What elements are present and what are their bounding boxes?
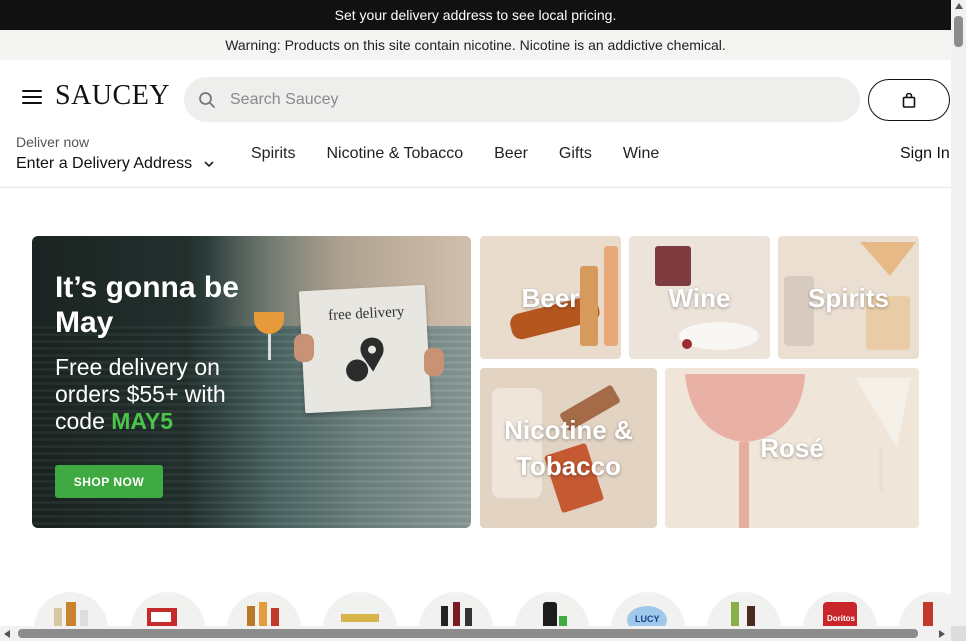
cocktail-stem bbox=[268, 334, 271, 360]
snack-brand-label: Doritos bbox=[827, 614, 855, 623]
delivery-address-selector[interactable]: Deliver now Enter a Delivery Address bbox=[16, 134, 214, 173]
pouch-brand-label: LUCY bbox=[635, 614, 660, 624]
nav-beer[interactable]: Beer bbox=[494, 145, 528, 163]
circle-liquor[interactable] bbox=[227, 592, 301, 628]
category-tile-rose[interactable]: Rosé bbox=[665, 368, 919, 528]
circle-vapes[interactable] bbox=[515, 592, 589, 628]
search-icon bbox=[199, 91, 215, 108]
site-header: SAUCEY Deliver now Enter a Delivery Addr… bbox=[0, 60, 951, 188]
category-tile-beer[interactable]: Beer bbox=[480, 236, 621, 359]
nicotine-warning-banner: Warning: Products on this site contain n… bbox=[0, 30, 951, 60]
horizontal-scroll-thumb[interactable] bbox=[18, 629, 918, 638]
circle-white-wine[interactable] bbox=[707, 592, 781, 628]
cart-button[interactable] bbox=[868, 79, 950, 121]
hero-left-hand bbox=[294, 334, 314, 362]
horizontal-scrollbar[interactable] bbox=[0, 626, 951, 641]
wine-bottles-icon bbox=[441, 602, 472, 628]
circle-nicotine-pouches[interactable]: LUCY bbox=[611, 592, 685, 628]
category-tile-spirits[interactable]: Spirits bbox=[778, 236, 919, 359]
delivery-notice-banner: Set your delivery address to see local p… bbox=[0, 0, 951, 30]
search-bar[interactable] bbox=[184, 77, 860, 122]
category-label-rose: Rosé bbox=[760, 433, 824, 463]
category-label-beer: Beer bbox=[521, 283, 580, 313]
vape-device-icon bbox=[543, 602, 567, 628]
newspaper-headline: free delivery bbox=[327, 303, 405, 324]
scroll-up-icon[interactable] bbox=[955, 3, 963, 9]
circle-spirits-bottles[interactable] bbox=[34, 592, 108, 628]
promo-code: MAY5 bbox=[111, 408, 174, 434]
bottle-icon bbox=[923, 602, 933, 628]
chevron-down-icon[interactable] bbox=[204, 160, 214, 168]
scroll-right-icon[interactable] bbox=[939, 630, 945, 638]
shopping-bag-icon bbox=[902, 92, 916, 108]
product-category-circles: LUCY Doritos bbox=[32, 592, 951, 628]
category-label-wine: Wine bbox=[668, 283, 731, 313]
delivery-notice-text: Set your delivery address to see local p… bbox=[334, 7, 617, 23]
hero-body: Free delivery on orders $55+ with code M… bbox=[55, 354, 265, 435]
hero-newspaper: free delivery bbox=[298, 284, 432, 414]
vertical-scrollbar[interactable] bbox=[951, 0, 966, 641]
category-nav: Spirits Nicotine & Tobacco Beer Gifts Wi… bbox=[251, 145, 690, 163]
hamburger-menu-icon[interactable] bbox=[22, 90, 42, 106]
shop-now-button[interactable]: SHOP NOW bbox=[55, 465, 163, 498]
search-input[interactable] bbox=[230, 90, 830, 109]
hero-headline: It’s gonna be May bbox=[55, 271, 239, 339]
circle-snacks[interactable]: Doritos bbox=[803, 592, 877, 628]
hero-right-hand bbox=[424, 348, 444, 376]
nav-spirits[interactable]: Spirits bbox=[251, 145, 295, 163]
category-label-spirits: Spirits bbox=[808, 283, 889, 313]
delivery-address-text[interactable]: Enter a Delivery Address bbox=[16, 155, 192, 173]
promo-hero-banner[interactable]: free delivery It’s gonna be May Free del… bbox=[32, 236, 471, 528]
circle-more[interactable] bbox=[899, 592, 951, 628]
white-wine-bottles-icon bbox=[731, 602, 755, 628]
circle-cigarettes[interactable] bbox=[131, 592, 205, 628]
cigarette-pack-icon bbox=[147, 608, 177, 628]
category-label-nicotine-tobacco: Nicotine & Tobacco bbox=[504, 415, 633, 481]
nicotine-warning-text: Warning: Products on this site contain n… bbox=[225, 37, 726, 53]
category-tile-nicotine-tobacco[interactable]: Nicotine & Tobacco bbox=[480, 368, 657, 528]
nav-nicotine-tobacco[interactable]: Nicotine & Tobacco bbox=[326, 145, 463, 163]
sign-in-link[interactable]: Sign In bbox=[900, 145, 950, 163]
nav-wine[interactable]: Wine bbox=[623, 145, 659, 163]
saucey-drop-icon bbox=[346, 337, 384, 382]
liquor-bottles-icon bbox=[247, 602, 279, 628]
circle-wine-bottles[interactable] bbox=[419, 592, 493, 628]
category-tile-wine[interactable]: Wine bbox=[629, 236, 770, 359]
circle-accessories[interactable] bbox=[323, 592, 397, 628]
bottles-icon bbox=[54, 602, 88, 628]
saucey-logo[interactable]: SAUCEY bbox=[55, 80, 170, 112]
vertical-scroll-thumb[interactable] bbox=[954, 16, 963, 47]
deliver-now-label: Deliver now bbox=[16, 134, 90, 150]
scrollbar-corner bbox=[951, 626, 966, 641]
scroll-left-icon[interactable] bbox=[4, 630, 10, 638]
nav-gifts[interactable]: Gifts bbox=[559, 145, 592, 163]
